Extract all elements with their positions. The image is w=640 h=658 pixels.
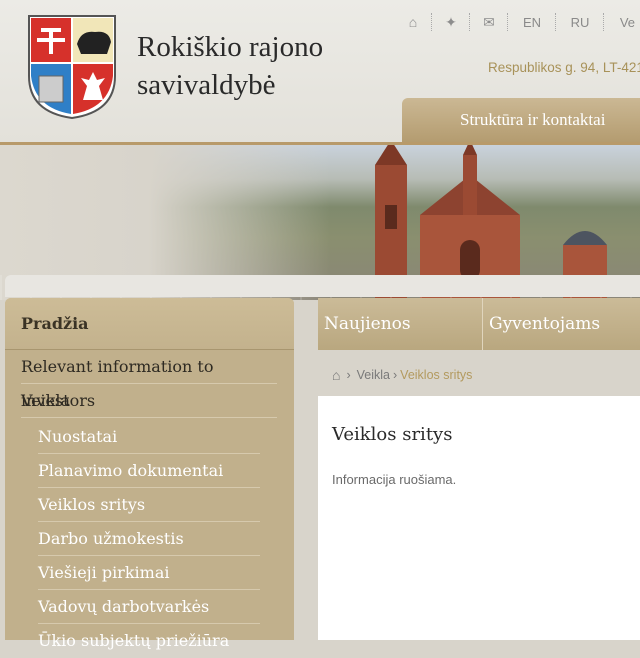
sidebar-item-nuostatai[interactable]: Nuostatai: [38, 420, 260, 454]
home-icon[interactable]: ⌂: [395, 14, 431, 30]
main-content: Veiklos sritys Informacija ruošiama.: [318, 396, 640, 640]
page-title: Veiklos sritys: [332, 424, 453, 445]
sidebar-item-darbo-uzmokestis[interactable]: Darbo užmokestis: [38, 522, 260, 556]
tab-naujienos[interactable]: Naujienos: [318, 298, 483, 350]
sidebar-item-veikla[interactable]: Veikla: [21, 384, 277, 418]
breadcrumb-separator: ›: [393, 368, 398, 382]
coat-of-arms-logo[interactable]: [27, 14, 117, 120]
sidebar-item-ukio-subjektu[interactable]: Ūkio subjektų priežiūra: [38, 624, 260, 658]
lang-ru-link[interactable]: RU: [557, 15, 603, 30]
breadcrumb: ⌂ › Veikla › Veiklos sritys: [332, 367, 472, 383]
breadcrumb-separator: ›: [346, 368, 351, 382]
page-body-text: Informacija ruošiama.: [332, 472, 457, 487]
lang-en-link[interactable]: EN: [509, 15, 555, 30]
sidebar-item-viesieji-pirkimai[interactable]: Viešieji pirkimai: [38, 556, 260, 590]
sidebar-header-label: Pradžia: [21, 314, 89, 333]
lang-partial-link[interactable]: Ve: [605, 15, 635, 30]
sidebar-item-veiklos-sritys[interactable]: Veiklos sritys: [38, 488, 260, 522]
sidebar-home-link[interactable]: Pradžia: [5, 298, 294, 350]
site-header: Rokiškio rajono savivaldybė ⌂ ✦ ✉ EN RU …: [0, 0, 640, 145]
top-utility-nav: ⌂ ✦ ✉ EN RU Ve: [395, 10, 635, 34]
breadcrumb-current: Veiklos sritys: [400, 368, 473, 382]
sidebar-item-vadovu-darbotvarkes[interactable]: Vadovų darbotvarkės: [38, 590, 260, 624]
site-title-line1: Rokiškio rajono: [137, 31, 324, 63]
breadcrumb-item-veikla[interactable]: Veikla: [357, 368, 390, 382]
home-icon[interactable]: ⌂: [332, 367, 340, 383]
address-text: Respublikos g. 94, LT-421: [488, 60, 640, 75]
sidebar-item-investors[interactable]: Relevant information to investors: [21, 350, 277, 410]
tab-gyventojams[interactable]: Gyventojams: [483, 298, 640, 350]
structure-contacts-tab[interactable]: Struktūra ir kontaktai: [402, 98, 640, 142]
sitemap-icon[interactable]: ✦: [433, 14, 469, 31]
site-title[interactable]: Rokiškio rajono savivaldybė: [137, 28, 323, 104]
sidebar-item-planavimo-dokumentai[interactable]: Planavimo dokumentai: [38, 454, 260, 488]
mail-icon[interactable]: ✉: [471, 14, 507, 31]
sidebar-nav: Pradžia Relevant information to investor…: [5, 298, 294, 650]
site-title-line2: savivaldybė: [137, 69, 276, 101]
content-top-band: [5, 275, 640, 297]
